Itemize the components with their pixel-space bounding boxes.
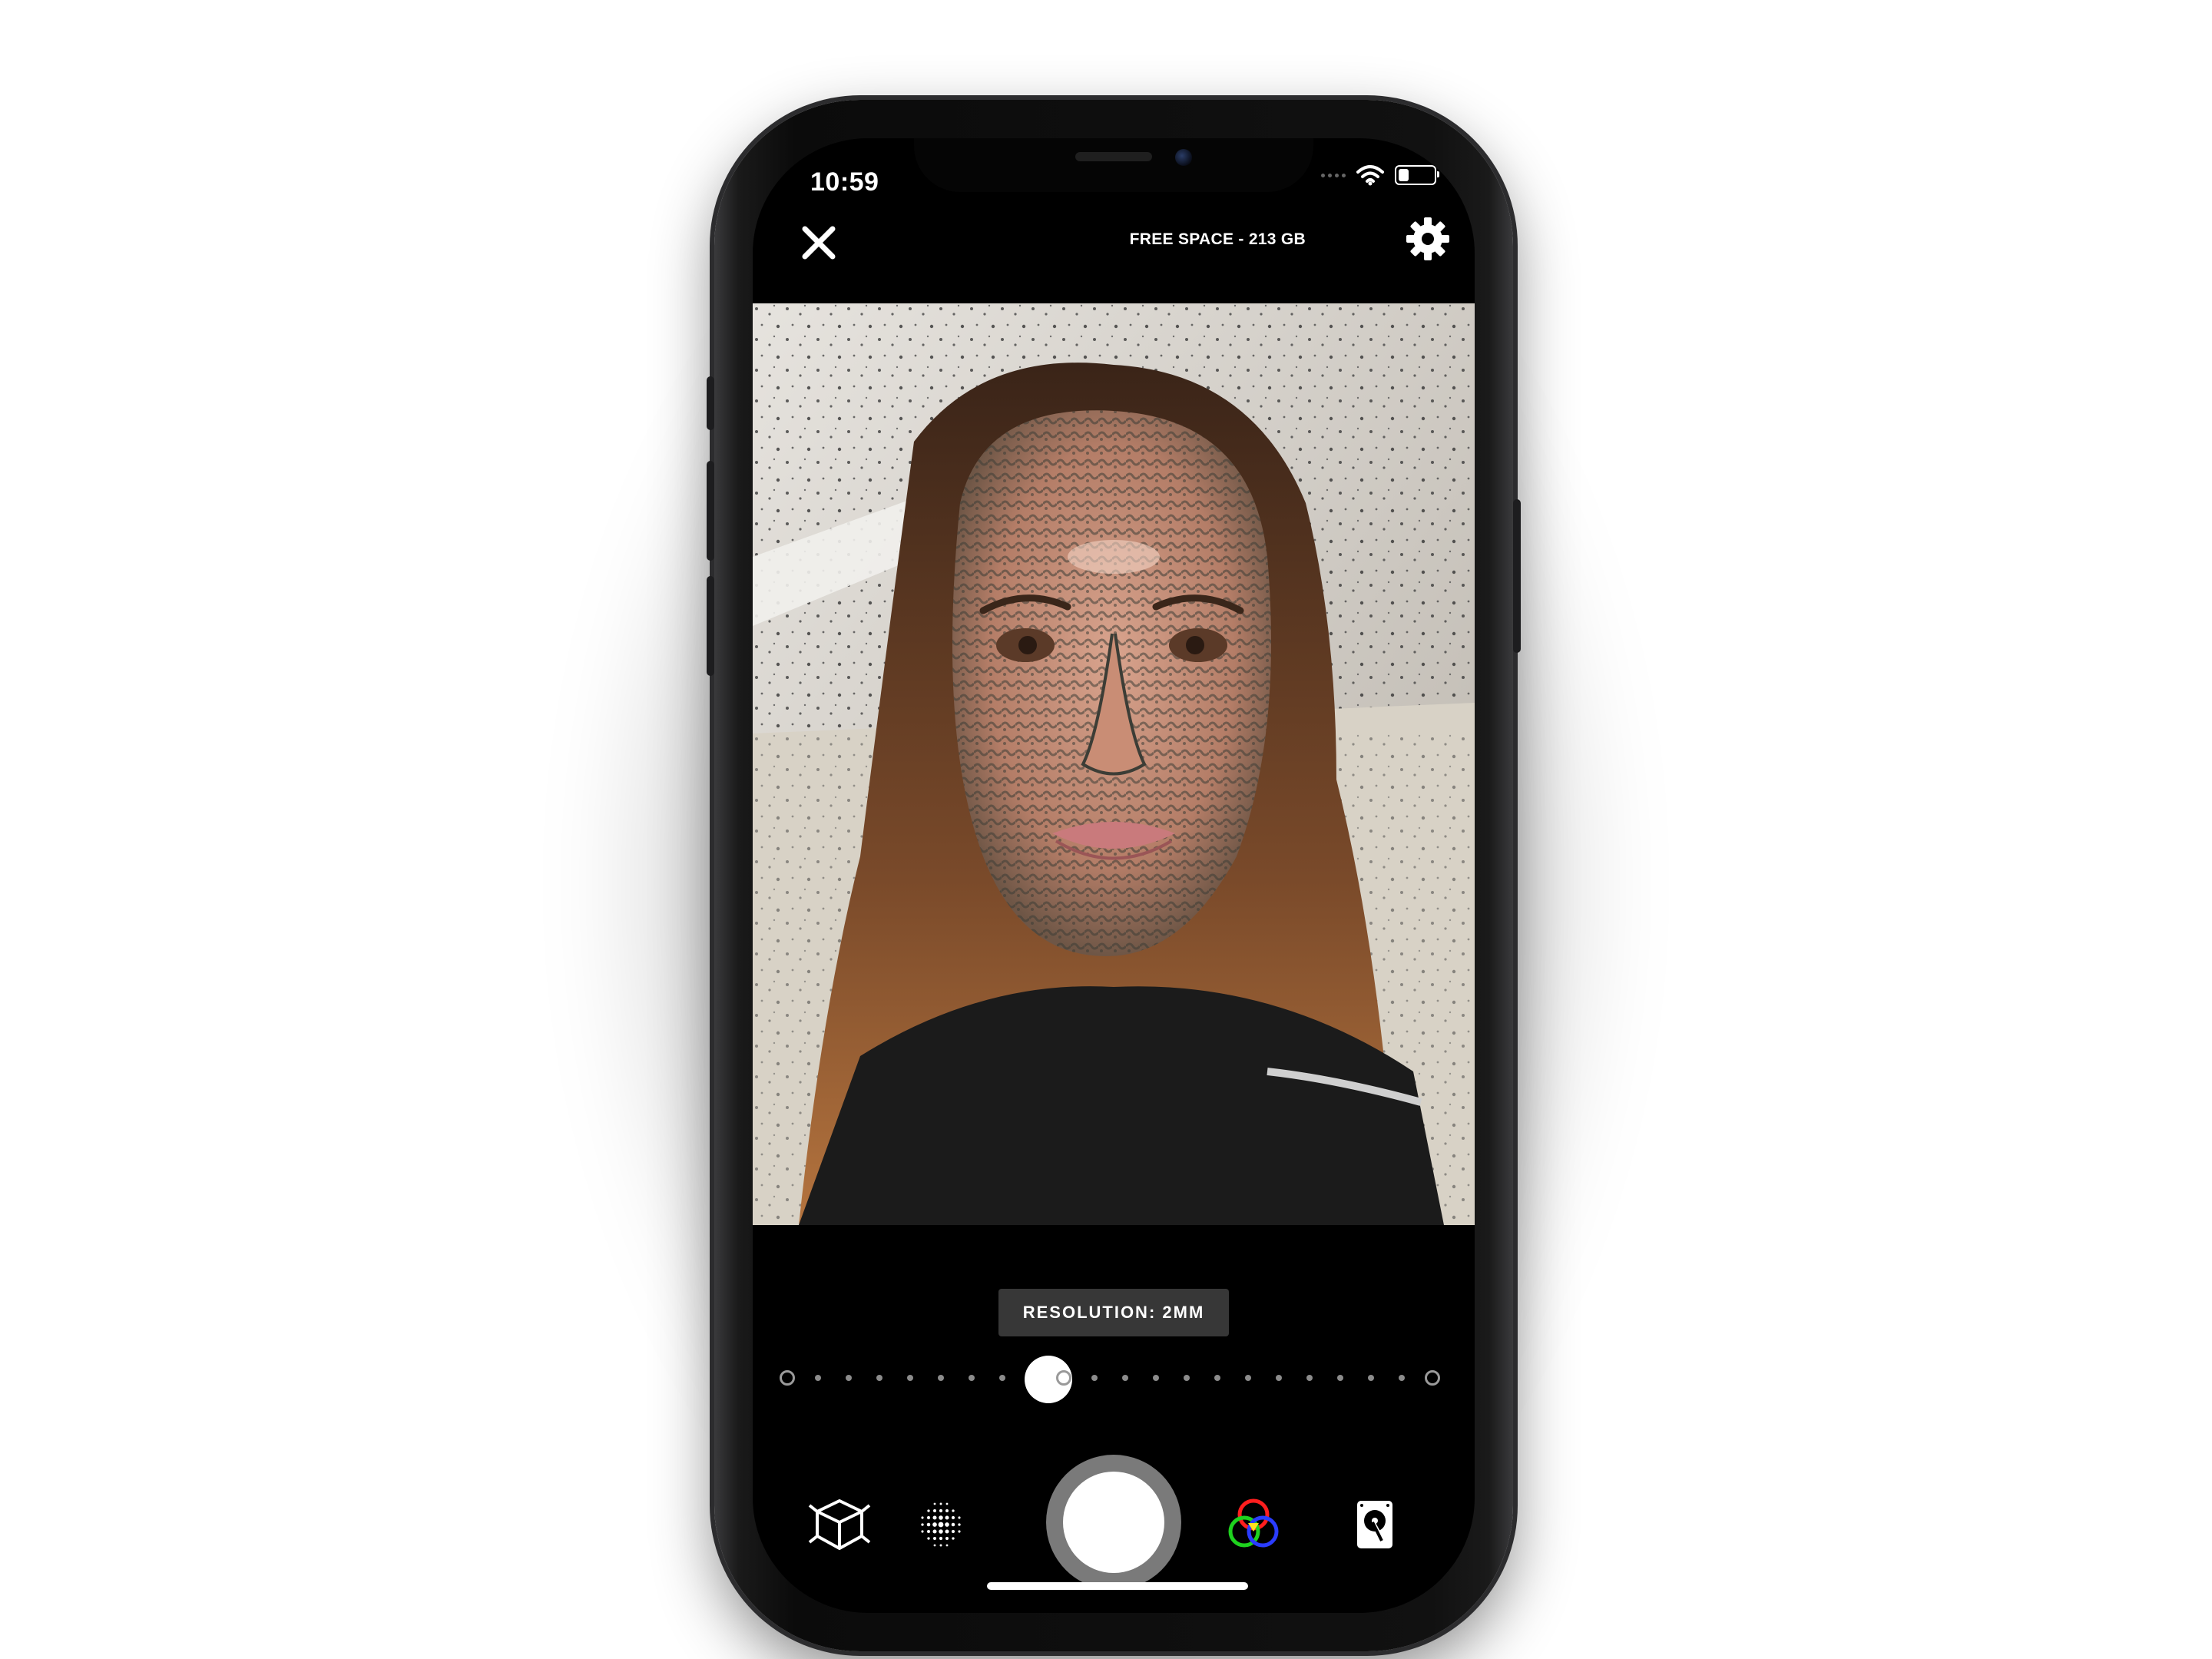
free-space-label: FREE SPACE - 213 GB <box>1129 230 1306 248</box>
status-indicators <box>1321 164 1439 186</box>
point-cloud-dot <box>939 1502 942 1505</box>
point-cloud-dot <box>945 1544 949 1547</box>
point-cloud-dot <box>933 1509 936 1512</box>
point-cloud-dot <box>921 1523 924 1526</box>
close-button[interactable] <box>797 221 840 264</box>
slider-stop[interactable] <box>1306 1375 1313 1381</box>
color-mode-button[interactable] <box>1219 1490 1288 1559</box>
volume-down-button <box>707 576 714 676</box>
earpiece-speaker <box>1075 152 1152 161</box>
mesh-mode-button[interactable] <box>805 1490 874 1559</box>
home-indicator[interactable] <box>987 1582 1248 1590</box>
signal-icon <box>1321 173 1346 177</box>
volume-up-button <box>707 461 714 561</box>
point-cloud-dot <box>926 1515 931 1520</box>
slider-stop-major[interactable] <box>780 1370 795 1386</box>
camera-viewfinder[interactable] <box>753 303 1475 1225</box>
slider-stop[interactable] <box>1245 1375 1251 1381</box>
rgb-color-icon <box>1228 1498 1279 1548</box>
point-cloud-dot <box>933 1537 936 1540</box>
battery-level <box>1399 169 1409 181</box>
point-cloud-dot <box>952 1509 955 1512</box>
notch <box>914 138 1313 192</box>
slider-stop[interactable] <box>907 1375 913 1381</box>
point-cloud-dot <box>945 1509 949 1512</box>
power-button <box>1513 499 1521 653</box>
slider-stop[interactable] <box>1091 1375 1098 1381</box>
slider-stop[interactable] <box>938 1375 944 1381</box>
point-cloud-dot <box>945 1515 949 1520</box>
slider-stop[interactable] <box>1184 1375 1190 1381</box>
point-cloud-dot <box>932 1529 937 1534</box>
status-time: 10:59 <box>810 167 879 197</box>
point-cloud-dot <box>926 1522 931 1527</box>
point-cloud-button[interactable] <box>906 1490 975 1559</box>
point-cloud-dot <box>958 1530 961 1533</box>
point-cloud-icon <box>921 1502 961 1547</box>
front-camera <box>1175 149 1192 166</box>
slider-stop[interactable] <box>846 1375 852 1381</box>
slider-stop[interactable] <box>876 1375 882 1381</box>
storage-drive-icon <box>1357 1501 1392 1548</box>
point-cloud-dot <box>951 1529 955 1534</box>
settings-button[interactable] <box>1404 215 1452 263</box>
phone-screen: 10:59 FREE SPACE - 213 GB RESOLUTION: 2M… <box>753 138 1475 1613</box>
point-cloud-dot <box>939 1529 943 1534</box>
point-cloud-dot <box>927 1537 930 1540</box>
point-cloud-dot <box>939 1536 943 1541</box>
point-cloud-dot <box>951 1515 955 1520</box>
point-cloud-dot <box>921 1530 924 1533</box>
slider-stop[interactable] <box>1368 1375 1374 1381</box>
mute-switch <box>707 376 714 430</box>
point-cloud-dot <box>939 1515 943 1520</box>
battery-icon <box>1395 165 1439 185</box>
point-cloud-dot <box>932 1522 937 1527</box>
point-cloud-dot <box>939 1508 943 1513</box>
close-icon <box>802 226 836 260</box>
point-cloud-dot <box>933 1544 936 1547</box>
slider-stop[interactable] <box>1153 1375 1159 1381</box>
point-cloud-dot <box>921 1516 924 1519</box>
slider-stop[interactable] <box>999 1375 1005 1381</box>
slider-stop[interactable] <box>815 1375 821 1381</box>
point-cloud-dot <box>927 1509 930 1512</box>
resolution-badge: RESOLUTION: 2MM <box>998 1289 1229 1336</box>
resolution-slider[interactable] <box>780 1356 1440 1403</box>
point-cloud-dot <box>938 1522 944 1528</box>
slider-stop-major[interactable] <box>1056 1370 1071 1386</box>
point-cloud-dot <box>945 1537 949 1540</box>
point-cloud-dot <box>939 1544 942 1547</box>
point-cloud-dot <box>958 1516 961 1519</box>
3d-mesh-icon <box>808 1499 871 1550</box>
shutter-inner <box>1063 1472 1164 1573</box>
point-cloud-dot <box>945 1502 949 1505</box>
slider-stop[interactable] <box>1122 1375 1128 1381</box>
phone-frame: 10:59 FREE SPACE - 213 GB RESOLUTION: 2M… <box>707 100 1521 1651</box>
shutter-button[interactable] <box>1046 1455 1181 1590</box>
slider-stop[interactable] <box>1399 1375 1405 1381</box>
point-cloud-dot <box>932 1515 937 1520</box>
point-cloud-dot <box>958 1523 961 1526</box>
slider-stop[interactable] <box>1276 1375 1282 1381</box>
bottom-toolbar <box>753 1455 1475 1613</box>
point-cloud-dot <box>951 1522 955 1527</box>
stage: 10:59 FREE SPACE - 213 GB RESOLUTION: 2M… <box>0 0 2212 1659</box>
slider-stop[interactable] <box>1337 1375 1343 1381</box>
point-cloud-dot <box>926 1529 931 1534</box>
slider-stop[interactable] <box>969 1375 975 1381</box>
point-cloud-dot <box>952 1537 955 1540</box>
slider-stop[interactable] <box>1214 1375 1220 1381</box>
wifi-icon <box>1356 165 1384 186</box>
gear-icon <box>1406 217 1449 260</box>
point-cloud-dot <box>933 1502 936 1505</box>
storage-button[interactable] <box>1340 1490 1409 1559</box>
depth-camera-preview <box>753 303 1475 1225</box>
point-cloud-dot <box>945 1522 949 1527</box>
point-cloud-dot <box>945 1529 949 1534</box>
slider-stop-major[interactable] <box>1425 1370 1440 1386</box>
